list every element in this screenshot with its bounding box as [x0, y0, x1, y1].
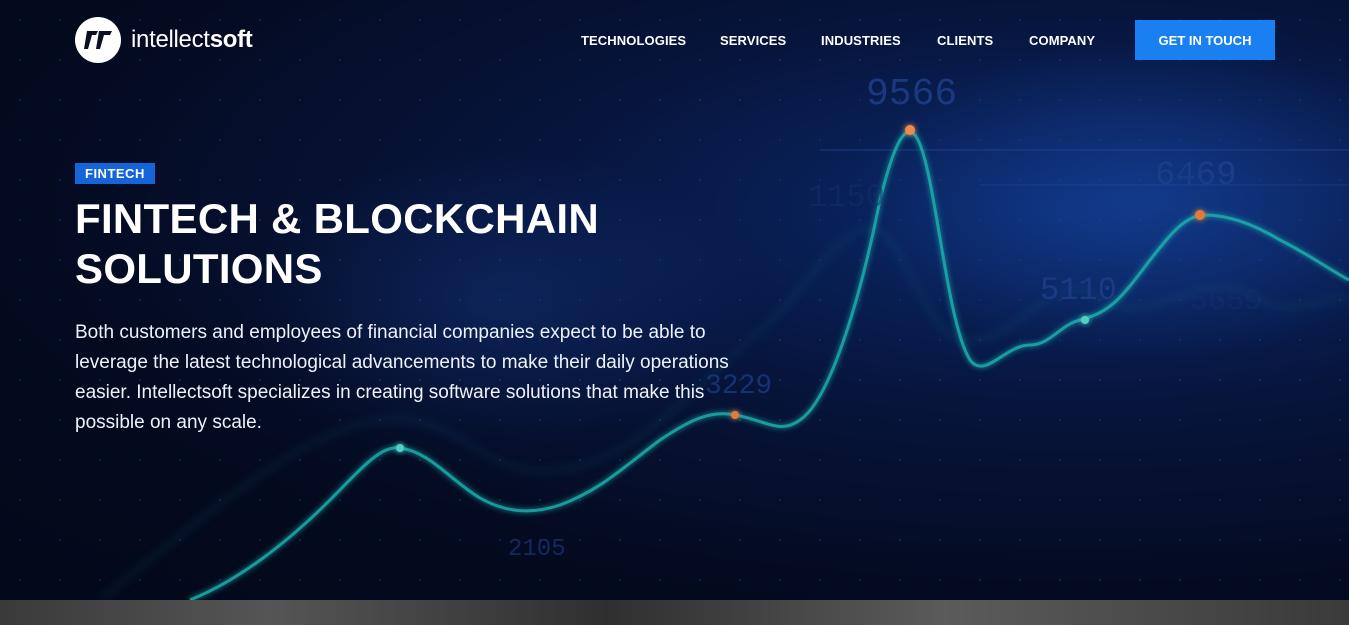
bg-number-9566: 9566: [866, 73, 957, 116]
logo-wordmark-bold: soft: [209, 26, 253, 53]
logo-wordmark-light: intellect: [131, 26, 210, 53]
hero-background-graph: 9566 6469 1150 5110 5659 3229 2105: [0, 0, 1349, 600]
page-title: FINTECH & BLOCKCHAIN SOLUTIONS: [75, 195, 599, 292]
hero-section: 9566 6469 1150 5110 5659 3229 2105 intel…: [0, 0, 1349, 600]
hero-description: Both customers and employees of financia…: [75, 322, 729, 433]
nav-item-company[interactable]: COMPANY: [1029, 33, 1095, 48]
intellectsoft-logo-icon: [75, 17, 121, 63]
bg-number-6469: 6469: [1155, 157, 1237, 195]
nav-item-technologies[interactable]: TECHNOLOGIES: [581, 33, 686, 48]
bg-number-5659: 5659: [1190, 285, 1262, 319]
logo-wordmark: intellectsoft: [131, 26, 253, 54]
site-logo[interactable]: intellectsoft: [75, 17, 253, 63]
get-in-touch-button[interactable]: GET IN TOUCH: [1135, 20, 1275, 60]
nav-item-industries[interactable]: INDUSTRIES: [821, 33, 901, 48]
nav-item-services[interactable]: SERVICES: [720, 33, 786, 48]
category-tag[interactable]: FINTECH: [75, 163, 155, 184]
bg-number-1150: 1150: [808, 179, 885, 216]
nav-item-clients[interactable]: CLIENTS: [937, 33, 993, 48]
bg-number-2105: 2105: [508, 536, 566, 563]
bg-number-5110: 5110: [1040, 272, 1117, 309]
next-section-preview: [0, 600, 1349, 625]
